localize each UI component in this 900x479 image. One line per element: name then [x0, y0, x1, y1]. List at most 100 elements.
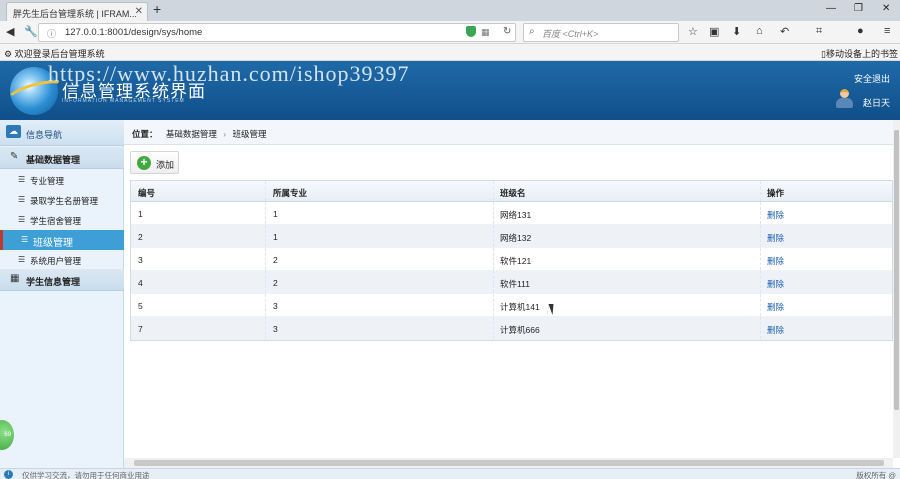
clipboard-icon[interactable]: ▣ [709, 25, 719, 38]
scrollbar-thumb[interactable] [134, 460, 884, 466]
main-content: 位置： 基础数据管理 › 班级管理 + 添加 编号 所属专业 班级名 操作 1 … [124, 120, 893, 458]
delete-link[interactable]: 删除 [767, 302, 784, 312]
cell-id: 1 [131, 202, 266, 224]
cell-major: 3 [266, 294, 494, 316]
delete-link[interactable]: 删除 [767, 325, 784, 335]
search-input[interactable]: ⌕ 百度 <Ctrl+K> [523, 23, 679, 42]
sidebar-item-dormitory[interactable]: ☰ 学生宿舍管理 [0, 210, 124, 230]
url-field[interactable]: ⓘ 127.0.0.1:8001/design/sys/home [38, 23, 516, 42]
qr-icon[interactable]: ▦ [481, 27, 490, 38]
cell-class-name: 软件121 [494, 248, 761, 270]
delete-link[interactable]: 删除 [767, 256, 784, 266]
row-actions: 删除 [761, 225, 894, 247]
list-icon: ☰ [18, 255, 26, 264]
menu-icon[interactable]: ≡ [884, 25, 890, 37]
cell-major: 3 [266, 317, 494, 339]
info-icon: i [4, 470, 13, 479]
undo-icon[interactable]: ↶ [780, 25, 789, 38]
cell-id: 2 [131, 225, 266, 247]
delete-link[interactable]: 删除 [767, 210, 784, 220]
sidebar-item-label: 系统用户管理 [30, 256, 82, 266]
group-label: 学生信息管理 [26, 277, 81, 287]
minimize-icon[interactable]: — [826, 3, 836, 14]
sidebar-header: ☁ 信息导航 [0, 120, 124, 146]
horizontal-scrollbar[interactable] [124, 458, 893, 468]
sidebar-item-admission-roster[interactable]: ☰ 录取学生名册管理 [0, 190, 124, 210]
row-actions: 删除 [761, 317, 894, 339]
reload-icon[interactable]: ↻ [503, 26, 511, 37]
bookmarks-bar: ⚙ 欢迎登录后台管理系统 ▯移动设备上的书签 [0, 44, 900, 61]
close-tab-icon[interactable]: ✕ [135, 6, 143, 17]
cell-class-name: 网络131 [494, 202, 761, 224]
list-icon: ☰ [21, 235, 29, 244]
cell-major: 1 [266, 225, 494, 247]
breadcrumb-current: 班级管理 [232, 129, 267, 139]
shield-icon[interactable] [466, 26, 476, 37]
column-header-major[interactable]: 所属专业 [266, 181, 494, 201]
home-icon[interactable]: ⌂ [756, 25, 763, 37]
class-table: 编号 所属专业 班级名 操作 1 1 网络131 删除 2 1 网络132 删除… [130, 180, 893, 341]
column-header-id[interactable]: 编号 [131, 181, 266, 201]
sidebar-item-majors[interactable]: ☰ 专业管理 [0, 170, 124, 190]
cell-major: 2 [266, 248, 494, 270]
back-icon[interactable]: ◀ [6, 25, 14, 38]
list-icon: ☰ [18, 215, 26, 224]
window-close-icon[interactable]: ✕ [882, 3, 890, 14]
table-row[interactable]: 2 1 网络132 删除 [131, 225, 892, 248]
breadcrumb-item[interactable]: 基础数据管理 [166, 129, 217, 139]
delete-link[interactable]: 删除 [767, 279, 784, 289]
list-icon: ☰ [18, 195, 26, 204]
bookmark-item[interactable]: ⚙ 欢迎登录后台管理系统 [4, 47, 105, 60]
delete-link[interactable]: 删除 [767, 233, 784, 243]
sidebar-item-classes[interactable]: ☰ 班级管理 [0, 230, 124, 250]
table-header: 编号 所属专业 班级名 操作 [131, 181, 892, 202]
sidebar-item-label: 录取学生名册管理 [30, 196, 99, 206]
browser-tab[interactable]: 胖先生后台管理系统 | IFRAM... ✕ [6, 2, 148, 21]
table-row[interactable]: 5 3 计算机141 删除 [131, 294, 892, 317]
cell-major: 1 [266, 202, 494, 224]
download-icon[interactable]: ⬇ [732, 25, 741, 38]
new-tab-icon[interactable]: + [153, 1, 161, 17]
table-row[interactable]: 3 2 软件121 删除 [131, 248, 892, 271]
vertical-scrollbar[interactable] [893, 120, 900, 458]
plus-icon: + [137, 156, 151, 170]
cell-class-name: 计算机141 [494, 294, 761, 316]
floating-badge[interactable]: 69 [0, 420, 14, 450]
maximize-icon[interactable]: ❐ [854, 3, 863, 14]
wrench-icon[interactable]: 🔧 [24, 25, 38, 38]
table-row[interactable]: 1 1 网络131 删除 [131, 202, 892, 225]
mouse-cursor-icon [547, 304, 554, 315]
table-row[interactable]: 7 3 计算机666 删除 [131, 317, 892, 340]
cell-class-name: 网络132 [494, 225, 761, 247]
info-icon[interactable]: ⓘ [47, 27, 56, 40]
sidebar-item-label: 学生宿舍管理 [30, 216, 82, 226]
app-subtitle: INFORMATION MANAGEMENT SYSTEM [62, 98, 185, 104]
sidebar-group-student-info[interactable]: ▦ 学生信息管理 [0, 269, 124, 291]
column-header-class-name[interactable]: 班级名 [494, 181, 761, 201]
scrollbar-thumb[interactable] [894, 130, 899, 410]
star-icon[interactable]: ☆ [688, 25, 698, 38]
sidebar-group-basic-data[interactable]: ✎ 基础数据管理 [0, 147, 124, 169]
add-button[interactable]: + 添加 [130, 151, 179, 174]
app-header: 信息管理系统界面 INFORMATION MANAGEMENT SYSTEM h… [0, 61, 900, 120]
search-placeholder: 百度 <Ctrl+K> [542, 29, 599, 39]
row-actions: 删除 [761, 271, 894, 293]
crop-icon[interactable]: ⌗ [816, 25, 822, 38]
cell-class-name: 计算机666 [494, 317, 761, 339]
column-header-action: 操作 [767, 188, 785, 198]
table-row[interactable]: 4 2 软件111 删除 [131, 271, 892, 294]
search-icon: ⌕ [529, 26, 535, 37]
sidebar-title: 信息导航 [26, 130, 63, 140]
url-text: 127.0.0.1:8001/design/sys/home [65, 27, 203, 38]
sidebar-item-system-users[interactable]: ☰ 系统用户管理 [0, 250, 124, 270]
cell-id: 7 [131, 317, 266, 339]
calendar-icon: ▦ [10, 273, 20, 284]
logout-link[interactable]: 安全退出 [854, 72, 890, 85]
sidebar-item-label: 班级管理 [33, 238, 73, 249]
mobile-bookmarks[interactable]: ▯移动设备上的书签 [821, 47, 898, 60]
user-avatar-icon [835, 89, 853, 109]
cell-major: 2 [266, 271, 494, 293]
browser-tab-bar: 胖先生后台管理系统 | IFRAM... ✕ + — ❐ ✕ [0, 0, 900, 21]
chat-icon[interactable]: ● [857, 25, 864, 37]
cell-id: 3 [131, 248, 266, 270]
